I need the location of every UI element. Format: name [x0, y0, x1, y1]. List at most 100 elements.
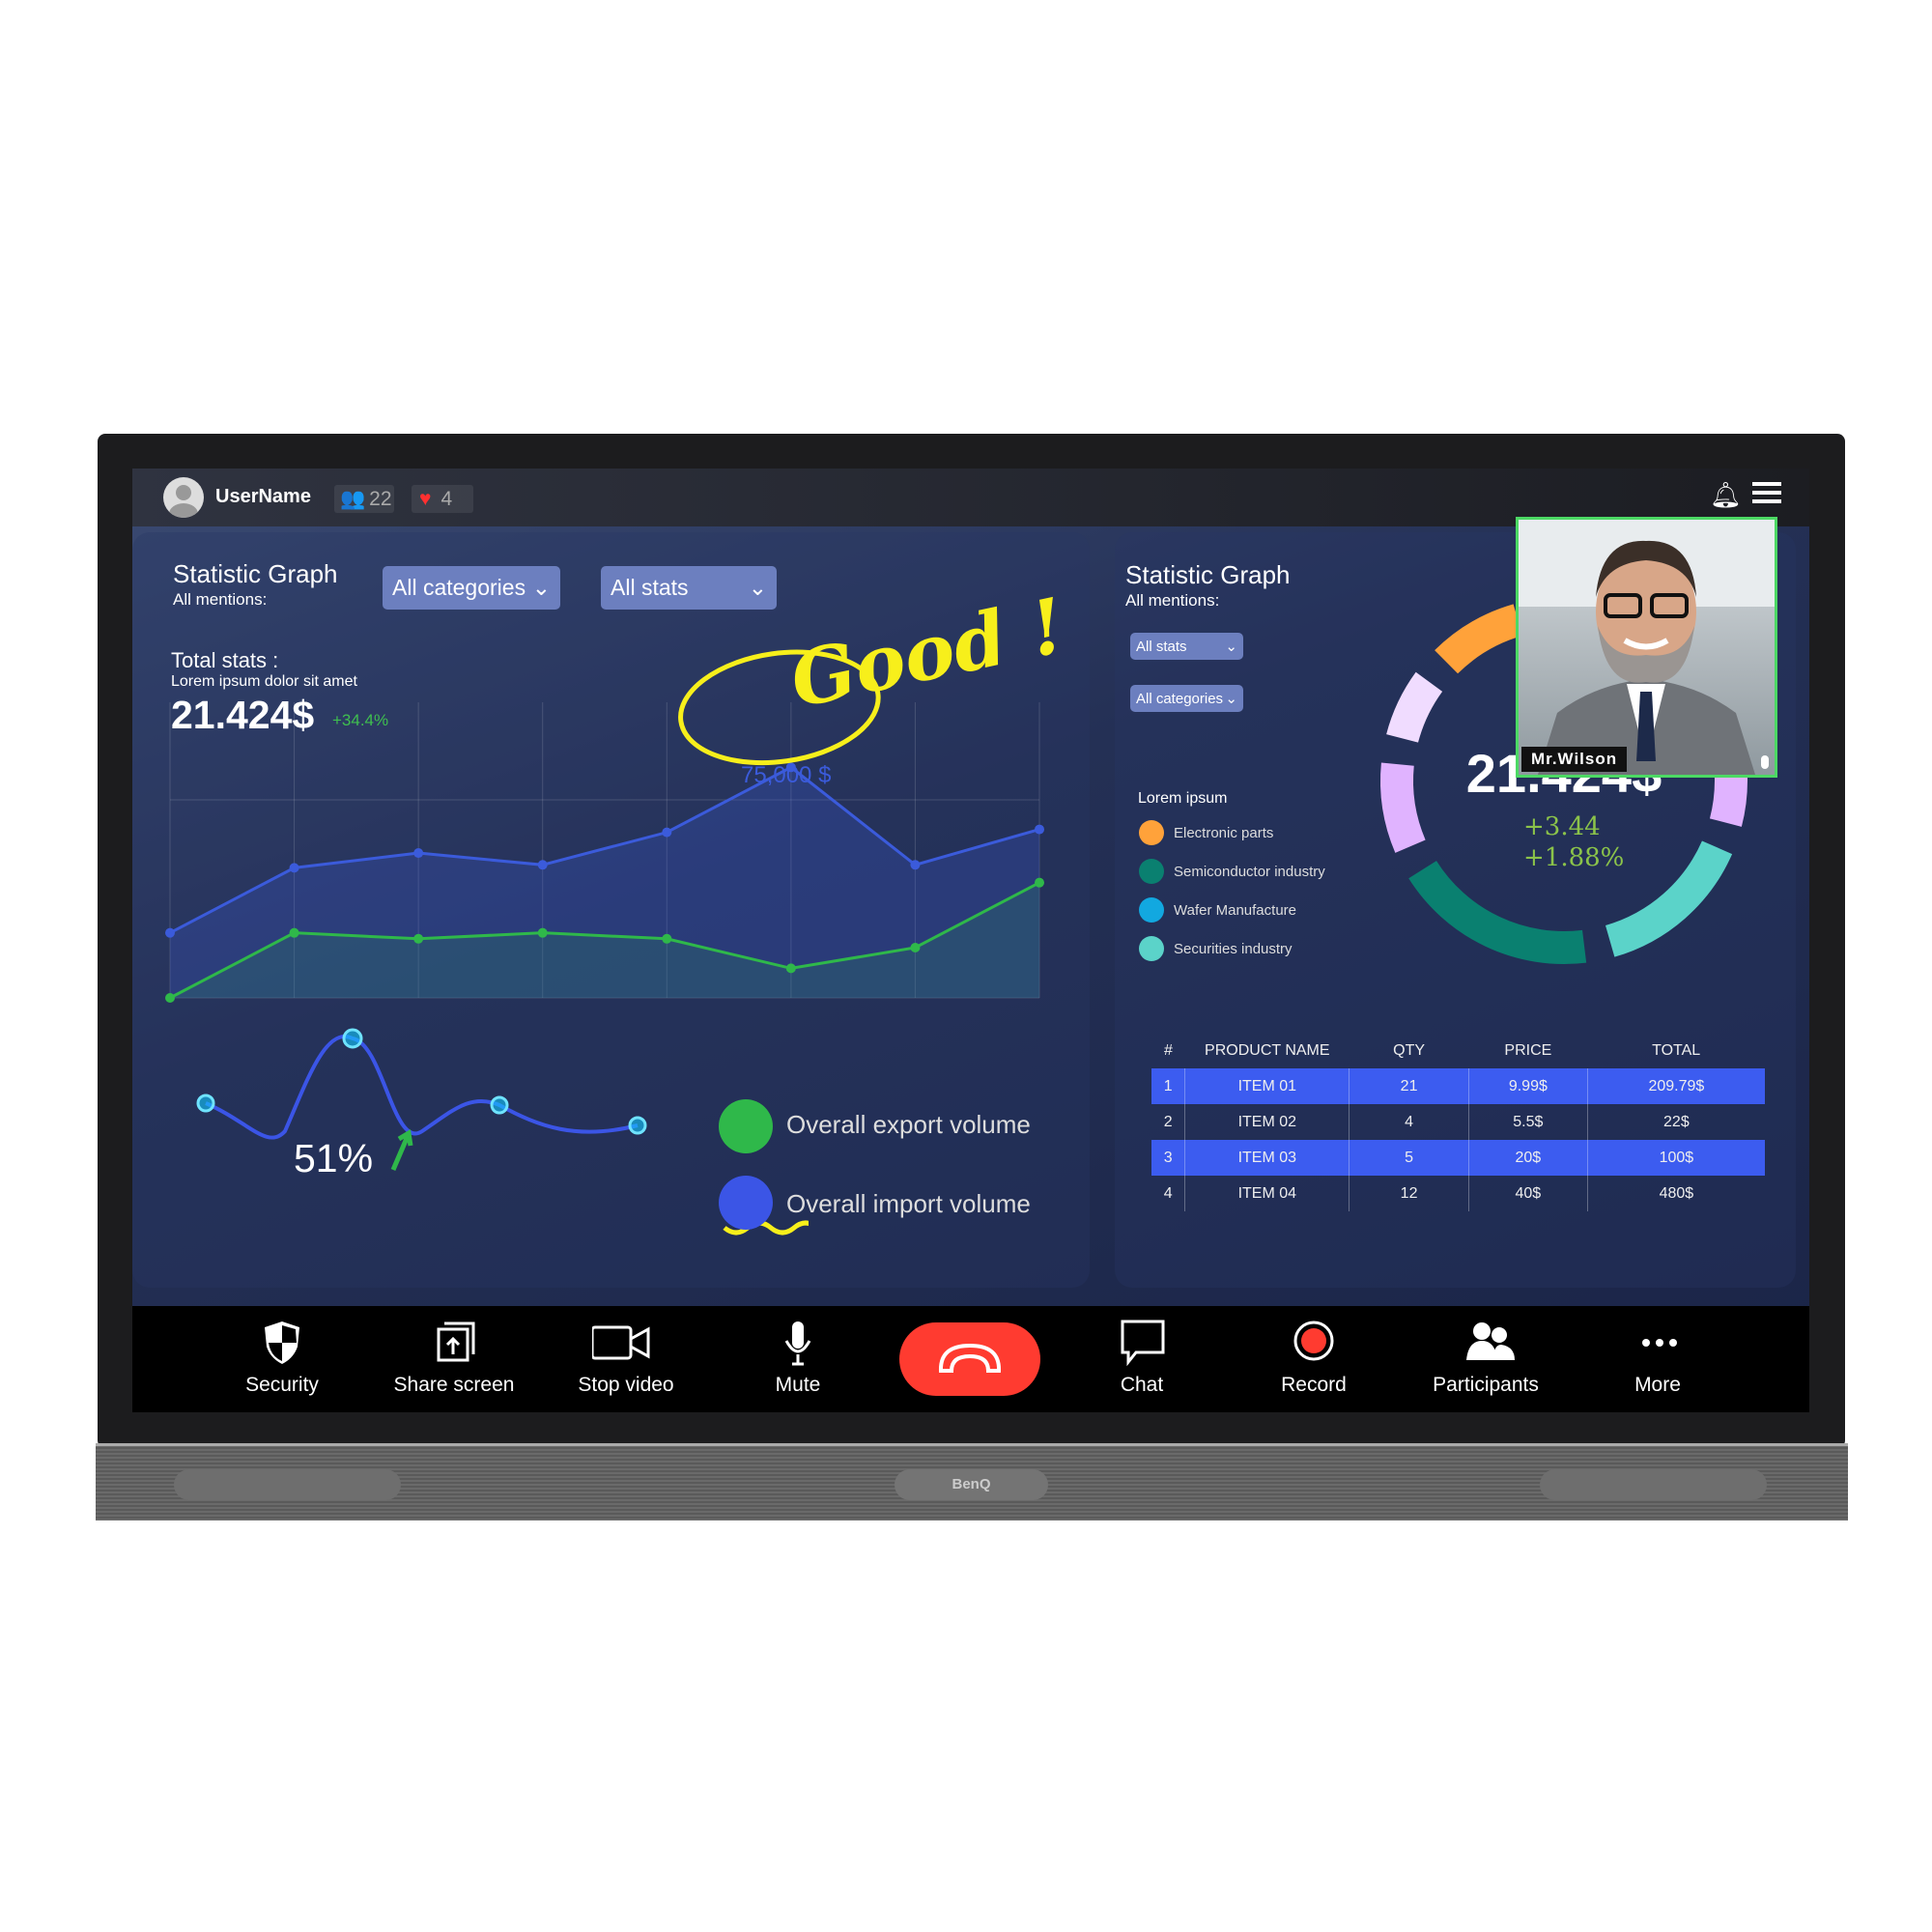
legend-dot — [1139, 936, 1164, 961]
table-cell: ITEM 03 — [1184, 1140, 1350, 1176]
legend-label: Electronic parts — [1174, 824, 1274, 841]
mute-icon — [784, 1321, 811, 1366]
participants-button[interactable]: Participants — [1404, 1306, 1568, 1412]
column-header: # — [1164, 1042, 1173, 1059]
heart-icon: ♥ — [419, 488, 432, 510]
donut-segment — [1408, 860, 1587, 964]
table-cell: 4 — [1151, 1176, 1186, 1211]
table-header: # PRODUCT NAME QTY PRICE TOTAL — [1151, 1034, 1765, 1068]
wave-line — [205, 1035, 639, 1140]
chevron-down-icon: ⌄ — [1225, 639, 1237, 655]
brand-logo: BenQ — [895, 1469, 1048, 1500]
table-cell: 20$ — [1468, 1140, 1588, 1176]
wave-chart — [196, 1028, 809, 1236]
legend-label: Semiconductor industry — [1174, 863, 1325, 880]
table-row[interactable]: 2 ITEM 02 4 5.5$ 22$ — [1151, 1104, 1765, 1140]
table-cell: 21 — [1349, 1068, 1469, 1104]
donut-segment — [1386, 671, 1443, 744]
microphone-icon — [1761, 755, 1769, 769]
table-cell: 12 — [1349, 1176, 1469, 1211]
right-categories-dropdown[interactable]: All categories ⌄ — [1130, 685, 1243, 712]
table-cell: 480$ — [1659, 1184, 1694, 1202]
more-button[interactable]: More — [1576, 1306, 1740, 1412]
monitor-bezel: BenQ — [96, 1443, 1848, 1520]
donut-change-1: +3.44 — [1523, 812, 1601, 841]
stop-video-icon — [592, 1325, 650, 1360]
donut-segment — [1435, 604, 1523, 674]
legend-label: Securities industry — [1174, 940, 1293, 957]
legend-import-label: Overall import volume — [786, 1189, 1031, 1218]
column-header: TOTAL — [1652, 1042, 1701, 1059]
table-cell: ITEM 01 — [1184, 1068, 1350, 1104]
table-row[interactable]: 3 ITEM 03 5 20$ 100$ — [1151, 1140, 1765, 1176]
table-row[interactable]: 4 ITEM 04 12 40$ 480$ — [1151, 1176, 1765, 1211]
wave-point — [342, 1028, 363, 1049]
right-stats-dropdown[interactable]: All stats ⌄ — [1130, 633, 1243, 660]
donut-segment — [1709, 769, 1747, 827]
participants-badge[interactable]: 👥 22 — [334, 485, 394, 513]
product-table: # PRODUCT NAME QTY PRICE TOTAL 1 ITEM 01 21 9.99… — [1151, 1034, 1765, 1211]
share-screen-icon — [437, 1321, 475, 1362]
control-buttons-panel — [1540, 1469, 1767, 1500]
table-cell: 3 — [1151, 1140, 1186, 1176]
left-panel: Statistic Graph All mentions: All catego… — [132, 532, 1090, 1288]
screen: UserName 👥 22 ♥ 4 🔔︎ Statistic Graph All m… — [132, 469, 1809, 1412]
table-cell: 9.99$ — [1468, 1068, 1588, 1104]
table-cell: 5.5$ — [1468, 1104, 1588, 1140]
participants-label: Participants — [1433, 1374, 1539, 1396]
participant-video — [1519, 520, 1775, 775]
legend-label: Wafer Manufacture — [1174, 901, 1296, 919]
donut-segment — [1380, 762, 1426, 853]
security-button[interactable]: Security — [200, 1306, 364, 1412]
data-point — [1035, 824, 1044, 835]
right-panel-title: Statistic Graph — [1125, 560, 1291, 589]
people-icon: 👥 — [340, 488, 366, 510]
table-row[interactable]: 1 ITEM 01 21 9.99$ 209.79$ — [1151, 1068, 1765, 1104]
chat-label: Chat — [1120, 1374, 1164, 1396]
bell-icon[interactable]: 🔔︎ — [1710, 480, 1742, 510]
legend-dot — [1139, 897, 1164, 923]
data-point — [910, 942, 921, 952]
legend-item: Wafer Manufacture — [1139, 897, 1296, 923]
end-call-button[interactable] — [888, 1306, 1052, 1412]
legend-dot — [1139, 859, 1164, 884]
column-header: PRICE — [1504, 1042, 1552, 1059]
column-header: QTY — [1393, 1042, 1426, 1059]
table-cell: 4 — [1349, 1104, 1469, 1140]
table-cell: 2 — [1151, 1104, 1186, 1140]
participants-icon — [1466, 1322, 1515, 1360]
data-point — [1035, 877, 1044, 888]
legend-export-label: Overall export volume — [786, 1110, 1031, 1139]
record-button[interactable]: Record — [1232, 1306, 1396, 1412]
security-label: Security — [245, 1374, 319, 1396]
donut-change-2: +1.88% — [1523, 843, 1625, 872]
legend-export-dot — [719, 1099, 773, 1153]
avatar[interactable] — [163, 477, 204, 518]
wave-point — [196, 1094, 215, 1113]
stop-video-button[interactable]: Stop video — [544, 1306, 708, 1412]
meeting-toolbar: Security Share screen Stop video Mute Chat Re… — [132, 1306, 1809, 1412]
security-icon — [265, 1321, 299, 1364]
column-header: PRODUCT NAME — [1205, 1042, 1330, 1059]
table-cell: 5 — [1349, 1140, 1469, 1176]
right-panel-subtitle: All mentions: — [1125, 591, 1220, 610]
record-label: Record — [1281, 1374, 1347, 1396]
table-cell: ITEM 04 — [1184, 1176, 1350, 1211]
chevron-down-icon: ⌄ — [1225, 691, 1237, 707]
chat-button[interactable]: Chat — [1060, 1306, 1224, 1412]
table-cell: 209.79$ — [1648, 1077, 1705, 1094]
mute-button[interactable]: Mute — [716, 1306, 880, 1412]
more-icon — [1642, 1339, 1677, 1347]
menu-icon[interactable] — [1752, 478, 1781, 508]
likes-badge[interactable]: ♥ 4 — [412, 485, 473, 513]
share-screen-button[interactable]: Share screen — [372, 1306, 536, 1412]
video-tile[interactable]: Mr.Wilson — [1516, 517, 1777, 778]
legend-title: Lorem ipsum — [1138, 790, 1228, 807]
ports-panel — [174, 1469, 401, 1500]
stop-video-label: Stop video — [578, 1374, 674, 1396]
trend-up-arrow-icon — [390, 1128, 413, 1171]
table-cell: 40$ — [1468, 1176, 1588, 1211]
wave-point — [490, 1095, 509, 1115]
chat-icon — [1121, 1320, 1165, 1367]
table-cell: 1 — [1151, 1068, 1186, 1104]
